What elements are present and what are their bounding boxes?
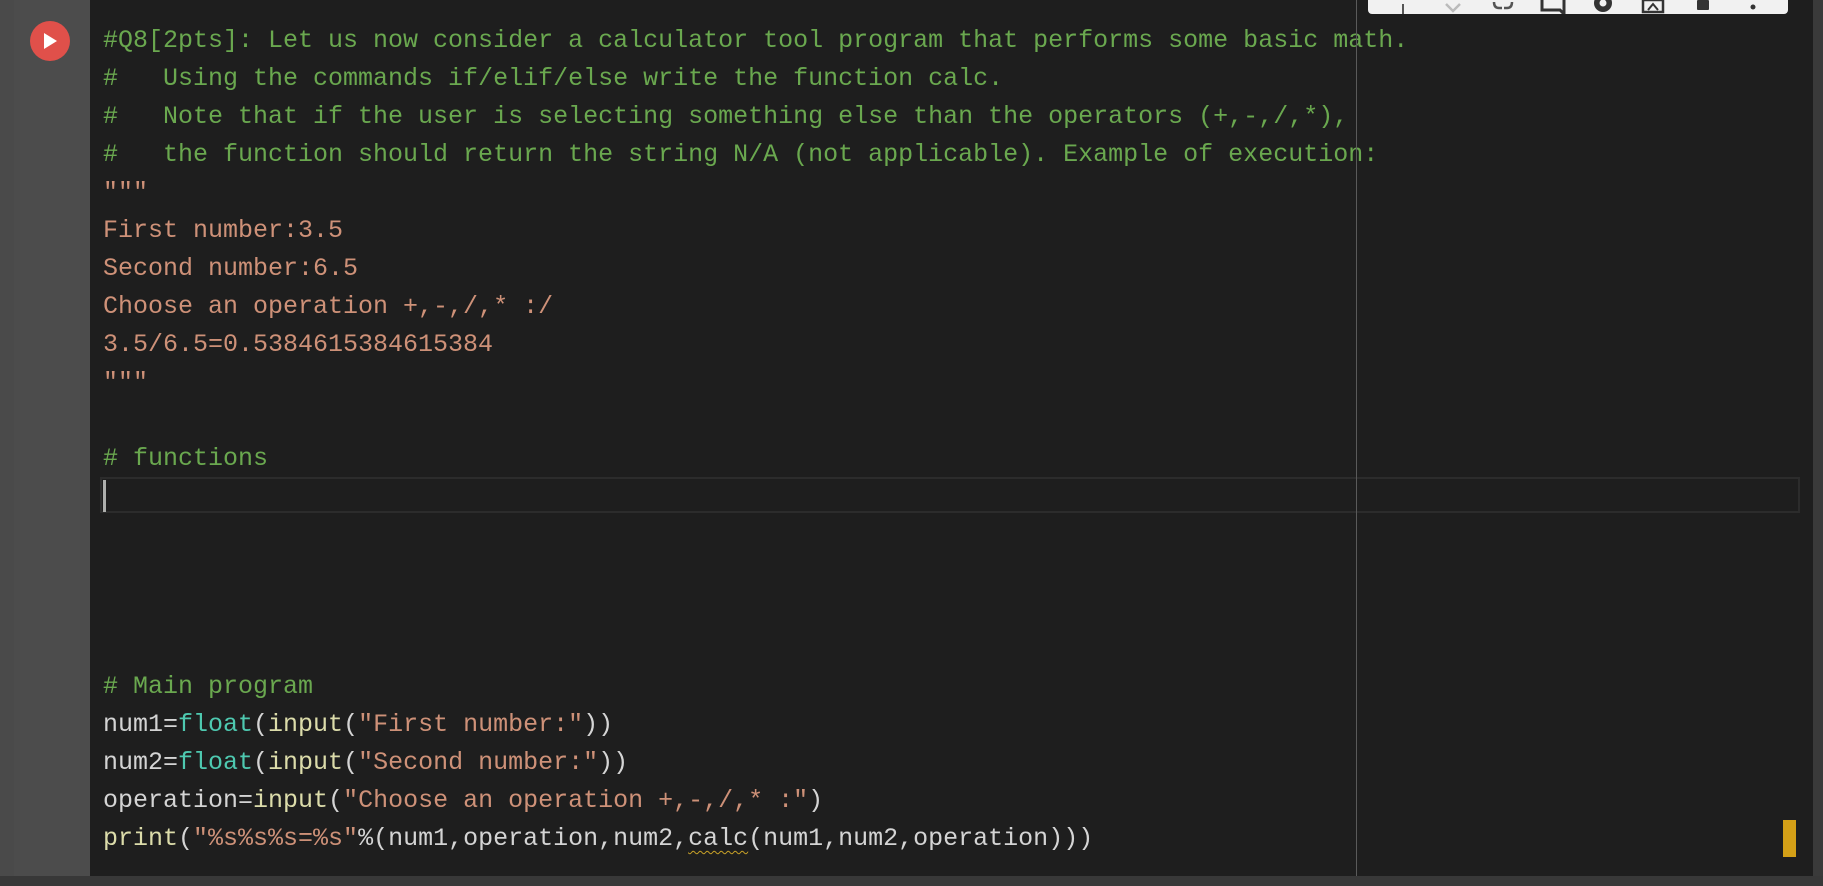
code-line[interactable]: # the function should return the string … bbox=[103, 136, 1408, 174]
arrow-up-icon[interactable] bbox=[1390, 0, 1416, 14]
code-line[interactable]: First number:3.5 bbox=[103, 212, 1408, 250]
code-token: "Choose an operation +,-,/,* :" bbox=[343, 786, 809, 815]
code-line[interactable]: operation=input("Choose an operation +,-… bbox=[103, 782, 1408, 820]
code-token: ( bbox=[253, 748, 269, 777]
right-edge bbox=[1813, 0, 1823, 886]
link-icon[interactable] bbox=[1490, 0, 1516, 14]
run-cell-button[interactable] bbox=[30, 21, 70, 61]
cell-toolbar bbox=[1368, 0, 1788, 14]
code-token: ( bbox=[343, 748, 359, 777]
code-token: (num1,num2,operation))) bbox=[748, 824, 1094, 853]
code-line[interactable]: num2=float(input("Second number:")) bbox=[103, 744, 1408, 782]
code-line[interactable] bbox=[103, 554, 1408, 592]
delete-icon[interactable] bbox=[1690, 0, 1716, 14]
code-token: # Note that if the user is selecting som… bbox=[103, 102, 1349, 131]
code-token: # functions bbox=[103, 444, 269, 473]
code-line[interactable]: """ bbox=[103, 364, 1408, 402]
code-token: ( bbox=[253, 710, 269, 739]
mirror-cell-icon[interactable] bbox=[1640, 0, 1666, 14]
code-line[interactable]: Choose an operation +,-,/,* :/ bbox=[103, 288, 1408, 326]
bottom-border bbox=[0, 876, 1823, 886]
code-token: operation= bbox=[103, 786, 254, 815]
code-line[interactable] bbox=[103, 478, 1408, 516]
code-token: First number:3.5 bbox=[103, 216, 344, 245]
play-icon bbox=[44, 33, 57, 49]
code-token: # the function should return the string … bbox=[103, 140, 1379, 169]
code-token: ( bbox=[343, 710, 359, 739]
code-token: input bbox=[268, 748, 344, 777]
gear-icon[interactable] bbox=[1590, 0, 1616, 14]
code-token: Choose an operation +,-,/,* :/ bbox=[103, 292, 554, 321]
code-line[interactable]: """ bbox=[103, 174, 1408, 212]
notebook-page: #Q8[2pts]: Let us now consider a calcula… bbox=[0, 0, 1823, 886]
code-token: # Main program bbox=[103, 672, 314, 701]
code-line[interactable]: #Q8[2pts]: Let us now consider a calcula… bbox=[103, 22, 1408, 60]
code-token: %(num1,operation,num2, bbox=[358, 824, 689, 853]
code-editor[interactable]: #Q8[2pts]: Let us now consider a calcula… bbox=[90, 0, 1813, 876]
code-token: float bbox=[178, 748, 254, 777]
code-token: "Second number:" bbox=[358, 748, 599, 777]
arrow-down-icon[interactable] bbox=[1440, 0, 1466, 14]
cell-gutter-inner bbox=[14, 0, 90, 886]
code-token: Second number:6.5 bbox=[103, 254, 359, 283]
code-line[interactable]: Second number:6.5 bbox=[103, 250, 1408, 288]
code-token: "First number:" bbox=[358, 710, 584, 739]
code-token: input bbox=[268, 710, 344, 739]
code-line[interactable]: # Using the commands if/elif/else write … bbox=[103, 60, 1408, 98]
code-line[interactable]: 3.5/6.5=0.5384615384615384 bbox=[103, 326, 1408, 364]
code-line[interactable]: print("%s%s%s=%s"%(num1,operation,num2,c… bbox=[103, 820, 1408, 858]
code-line[interactable] bbox=[103, 630, 1408, 668]
code-content[interactable]: #Q8[2pts]: Let us now consider a calcula… bbox=[103, 22, 1408, 858]
code-token: print bbox=[103, 824, 179, 853]
scrollbar-marker[interactable] bbox=[1783, 820, 1796, 857]
code-token: """ bbox=[103, 368, 149, 397]
code-token: num1= bbox=[103, 710, 179, 739]
code-line[interactable] bbox=[103, 516, 1408, 554]
code-token: #Q8[2pts]: Let us now consider a calcula… bbox=[103, 26, 1409, 55]
code-token: """ bbox=[103, 178, 149, 207]
code-token: "%s%s%s=%s" bbox=[193, 824, 359, 853]
code-line[interactable]: # functions bbox=[103, 440, 1408, 478]
code-line[interactable] bbox=[103, 592, 1408, 630]
comment-icon[interactable] bbox=[1540, 0, 1566, 14]
code-token: float bbox=[178, 710, 254, 739]
code-token: )) bbox=[583, 710, 614, 739]
code-line[interactable]: # Note that if the user is selecting som… bbox=[103, 98, 1408, 136]
code-token: # Using the commands if/elif/else write … bbox=[103, 64, 1004, 93]
column-ruler bbox=[1356, 0, 1357, 876]
code-token: ( bbox=[178, 824, 194, 853]
more-vert-icon[interactable] bbox=[1740, 0, 1766, 14]
code-line[interactable]: # Main program bbox=[103, 668, 1408, 706]
code-token: input bbox=[253, 786, 329, 815]
code-token: ) bbox=[808, 786, 824, 815]
code-token: num2= bbox=[103, 748, 179, 777]
code-line[interactable]: num1=float(input("First number:")) bbox=[103, 706, 1408, 744]
code-line[interactable] bbox=[103, 402, 1408, 440]
code-token: ( bbox=[328, 786, 344, 815]
cell-gutter bbox=[0, 0, 90, 886]
code-token: 3.5/6.5=0.5384615384615384 bbox=[103, 330, 494, 359]
code-token: )) bbox=[598, 748, 629, 777]
code-token: calc bbox=[688, 824, 749, 853]
